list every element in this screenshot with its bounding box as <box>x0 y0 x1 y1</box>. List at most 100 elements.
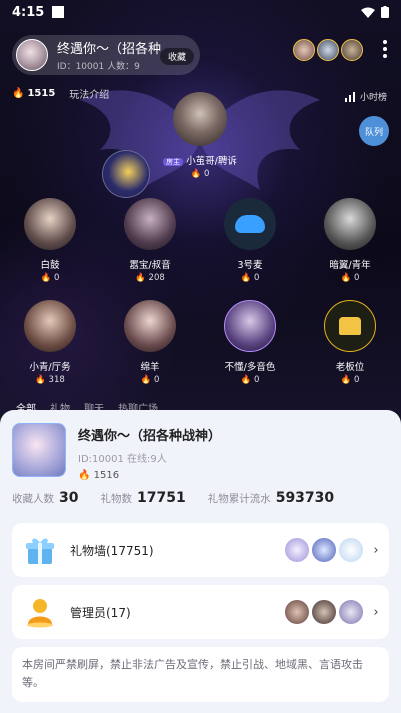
audience-avatar[interactable] <box>293 39 315 61</box>
wifi-icon <box>361 7 375 18</box>
seat-name: 不懂/多音色 <box>224 362 276 373</box>
admin-person-icon <box>27 599 53 628</box>
room-heat: 1515 <box>27 88 56 99</box>
room-info-sheet: 终遇你～（招各种战神） ID:10001 在线:9人 🔥 1516 收藏人数 30… <box>0 410 401 713</box>
boss-seat-sofa-icon[interactable] <box>324 300 376 352</box>
seat-fire: 🔥 0 <box>40 273 60 283</box>
audience-avatar[interactable] <box>317 39 339 61</box>
seat-1[interactable]: 白鼓 🔥 0 <box>15 198 85 283</box>
admins-label: 管理员(17) <box>70 605 131 620</box>
empty-seat-mic-icon[interactable] <box>224 198 276 250</box>
host-avatar[interactable] <box>173 92 227 146</box>
fire-icon: 🔥 <box>240 375 252 385</box>
seat-avatar[interactable] <box>124 198 176 250</box>
hourly-rank-button[interactable]: 小时榜 <box>344 90 387 103</box>
seat-avatar[interactable] <box>224 300 276 352</box>
seat-3[interactable]: 3号麦 🔥 0 <box>215 198 285 283</box>
room-notice: 本房间严禁刷屏，禁止非法广告及宣传，禁止引战、地域黑、言语攻击等。 <box>12 647 389 702</box>
seat-name: 白鼓 <box>40 260 60 271</box>
fire-icon: 🔥 <box>40 273 52 283</box>
room-name: 终遇你～（招各种 <box>57 42 162 57</box>
seat-fire: 🔥 0 <box>340 375 360 385</box>
seat-avatar[interactable] <box>124 300 176 352</box>
seat-fire: 🔥 0 <box>240 273 260 283</box>
favorites-value: 30 <box>59 490 79 506</box>
seat-4[interactable]: 暗翼/青年 🔥 0 <box>315 198 385 283</box>
seat-name: 嚣宝/叔音 <box>129 260 171 271</box>
gift-wall-row[interactable]: 礼物墙(17751) › <box>12 523 389 577</box>
rank-label: 小时榜 <box>359 93 387 103</box>
seat-name: 暗翼/青年 <box>329 260 371 271</box>
seat-avatar[interactable] <box>24 198 76 250</box>
fire-icon: 🔥 <box>190 169 202 179</box>
gift-wall-label: 礼物墙(17751) <box>70 543 154 558</box>
chevron-right-icon: › <box>373 542 379 558</box>
sheet-room-sub: ID:10001 在线:9人 <box>78 454 167 465</box>
seat-8[interactable]: 老板位 🔥 0 <box>315 300 385 385</box>
favorites-label: 收藏人数 <box>12 493 54 505</box>
seat-6[interactable]: 绵羊 🔥 0 <box>115 300 185 385</box>
moon-avatar-decoration <box>102 150 150 198</box>
fire-icon: 🔥 <box>340 273 352 283</box>
flow-value: 593730 <box>275 490 335 506</box>
seat-name: 绵羊 <box>140 362 160 373</box>
gift-box-icon <box>26 538 54 564</box>
fire-icon: 🔥 <box>78 470 91 481</box>
admin-avatar <box>285 600 309 624</box>
audience-avatars[interactable] <box>293 39 363 61</box>
seat-fire: 🔥 0 <box>340 273 360 283</box>
fire-icon: 🔥 <box>35 375 46 385</box>
room-stats: 🔥 1515 玩法介绍 <box>12 86 109 101</box>
chart-icon <box>344 91 355 102</box>
fire-icon: 🔥 <box>12 88 25 99</box>
sheet-heat: 🔥 1516 <box>78 470 120 481</box>
gifts-value: 17751 <box>136 490 186 506</box>
host-name: 小茧哥/聘诉 <box>186 156 237 167</box>
seat-name: 老板位 <box>335 362 365 373</box>
seat-name: 小青/厅务 <box>29 362 71 373</box>
gift-thumb <box>339 538 363 562</box>
audience-avatar[interactable] <box>341 39 363 61</box>
flow-label: 礼物累计流水 <box>207 493 271 505</box>
battery-icon <box>381 6 389 18</box>
status-time: 4:15 <box>12 4 45 20</box>
admins-row[interactable]: 管理员(17) › <box>12 585 389 639</box>
intro-link[interactable]: 玩法介绍 <box>69 86 109 101</box>
seat-7[interactable]: 不懂/多音色 🔥 0 <box>215 300 285 385</box>
fire-icon: 🔥 <box>140 375 152 385</box>
fire-icon: 🔥 <box>340 375 352 385</box>
fire-icon: 🔥 <box>240 273 252 283</box>
seat-fire: 🔥 208 <box>135 273 165 283</box>
admin-avatar <box>339 600 363 624</box>
gifts-label: 礼物数 <box>100 493 132 505</box>
gift-thumb <box>285 538 309 562</box>
seat-2[interactable]: 嚣宝/叔音 🔥 208 <box>115 198 185 283</box>
room-metrics: 收藏人数 30 礼物数 17751 礼物累计流水 593730 <box>12 490 334 506</box>
host-badge: 房主 <box>163 158 184 166</box>
room-id-line: ID：10001 人数：9 <box>57 62 140 72</box>
seat-avatar[interactable] <box>24 300 76 352</box>
host-fire: 🔥 0 <box>190 169 210 179</box>
sheet-header: 终遇你～（招各种战神） ID:10001 在线:9人 🔥 1516 <box>12 423 221 481</box>
admin-avatar <box>312 600 336 624</box>
seat-5[interactable]: 小青/厅务 🔥 318 <box>15 300 85 385</box>
chevron-right-icon: › <box>373 604 379 620</box>
notification-icon <box>52 6 65 18</box>
sheet-room-title: 终遇你～（招各种战神） <box>78 429 222 444</box>
host-seat[interactable]: 房主 小茧哥/聘诉 🔥 0 <box>160 92 240 179</box>
seat-fire: 🔥 0 <box>140 375 160 385</box>
seat-fire: 🔥 318 <box>35 375 65 385</box>
room-avatar <box>16 39 48 71</box>
seat-avatar[interactable] <box>324 198 376 250</box>
admin-avatars <box>285 600 363 624</box>
gift-thumbs <box>285 538 363 562</box>
status-bar: 4:15 <box>0 0 401 24</box>
seat-name: 3号麦 <box>237 260 263 271</box>
fire-icon: 🔥 <box>135 273 146 283</box>
more-dots-icon[interactable] <box>383 40 387 58</box>
queue-button[interactable]: 队列 <box>359 116 389 146</box>
favorite-button[interactable]: 收藏 <box>159 48 194 65</box>
seat-fire: 🔥 0 <box>240 375 260 385</box>
room-info-pill[interactable]: 终遇你～（招各种 ID：10001 人数：9 收藏 <box>12 35 200 75</box>
host-name-line: 房主 小茧哥/聘诉 <box>160 153 240 167</box>
